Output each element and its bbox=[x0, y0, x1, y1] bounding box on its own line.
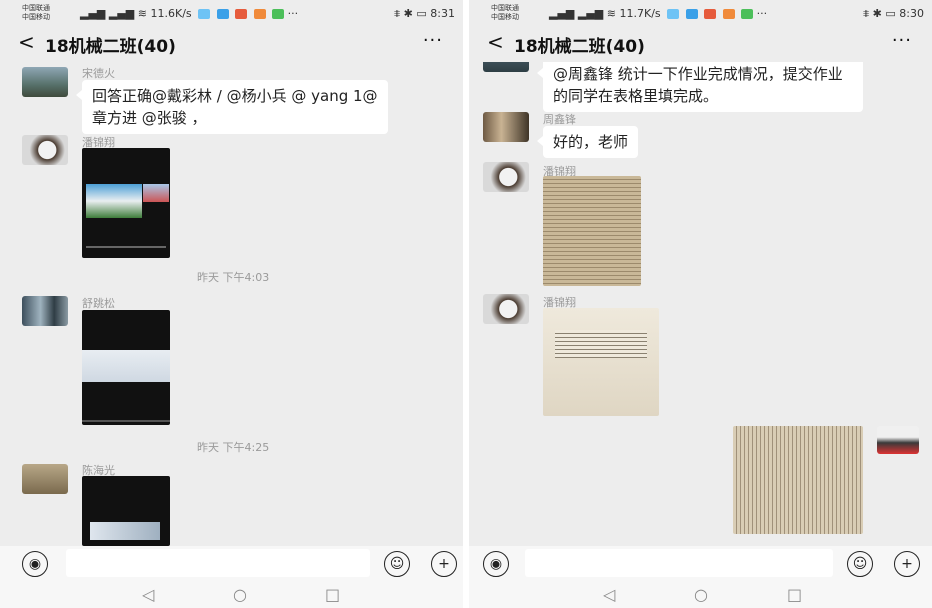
carrier-1: 中国联通 bbox=[491, 4, 519, 12]
avatar[interactable] bbox=[483, 112, 529, 142]
plus-icon[interactable]: + bbox=[431, 551, 457, 577]
system-nav-bar: ◁ ○ □ bbox=[0, 582, 463, 608]
voice-icon[interactable]: ◉ bbox=[483, 551, 509, 577]
video-progress-bar bbox=[86, 246, 166, 248]
chat-title: 18机械二班(40) bbox=[45, 37, 176, 57]
emoji-icon[interactable]: ☺ bbox=[847, 551, 873, 577]
system-nav-bar: ◁ ○ □ bbox=[469, 582, 932, 608]
app-notification-icon bbox=[722, 9, 735, 19]
sender-name: 舒跳松 bbox=[82, 297, 115, 310]
status-bar: 中国联通 中国移动 ▂▄▆ ▂▄▆ ≋ 11.7K/s ··· ⩨ ✱ ▭ 8:… bbox=[469, 0, 932, 26]
video-thumbnail-frame bbox=[90, 522, 160, 540]
avatar-self[interactable] bbox=[877, 426, 919, 454]
nav-back-icon[interactable]: ◁ bbox=[603, 585, 615, 604]
status-bar: 中国联通 中国移动 ▂▄▆ ▂▄▆ ≋ 11.6K/s ··· ⩨ ✱ ▭ 8:… bbox=[0, 0, 463, 26]
emoji-icon[interactable]: ☺ bbox=[384, 551, 410, 577]
video-message[interactable] bbox=[82, 148, 170, 258]
avatar[interactable] bbox=[483, 294, 529, 324]
avatar[interactable] bbox=[22, 296, 68, 326]
text-message[interactable]: @周鑫锋 统计一下作业完成情况，提交作业的同学在表格里填完成。 bbox=[537, 62, 863, 112]
video-thumbnail-frame bbox=[143, 184, 169, 202]
nav-recent-icon[interactable]: □ bbox=[787, 585, 802, 604]
more-notifications-icon: ··· bbox=[756, 7, 768, 20]
message-list: @周鑫锋 统计一下作业完成情况，提交作业的同学在表格里填完成。 周鑫锋 好的，老… bbox=[469, 62, 932, 546]
avatar[interactable] bbox=[483, 62, 529, 72]
message-input[interactable] bbox=[66, 549, 370, 577]
photo-message[interactable] bbox=[543, 176, 641, 286]
input-bar: ◉ ☺ + bbox=[0, 546, 463, 582]
network-info: ▂▄▆ ▂▄▆ ≋ 11.6K/s ··· bbox=[80, 7, 298, 20]
video-message[interactable] bbox=[82, 476, 170, 546]
video-message[interactable] bbox=[82, 310, 170, 425]
bluetooth-icon: ✱ bbox=[872, 7, 882, 20]
network-speed: 11.6K/s bbox=[150, 7, 192, 20]
chat-header: < 18机械二班(40) ··· bbox=[469, 26, 932, 62]
text-message[interactable]: 好的，老师 bbox=[536, 126, 639, 158]
photo-message-self[interactable] bbox=[733, 426, 863, 534]
nav-home-icon[interactable]: ○ bbox=[233, 585, 247, 604]
wifi-icon: ≋ bbox=[606, 7, 616, 20]
video-thumbnail-frame bbox=[86, 184, 142, 218]
message-input[interactable] bbox=[525, 549, 833, 577]
network-speed: 11.7K/s bbox=[619, 7, 661, 20]
nav-home-icon[interactable]: ○ bbox=[694, 585, 708, 604]
input-bar: ◉ ☺ + bbox=[469, 546, 932, 582]
left-phone-screen: 中国联通 中国移动 ▂▄▆ ▂▄▆ ≋ 11.6K/s ··· ⩨ ✱ ▭ 8:… bbox=[0, 0, 463, 608]
bluetooth-icon: ✱ bbox=[403, 7, 413, 20]
avatar[interactable] bbox=[22, 67, 68, 97]
app-notification-icon bbox=[216, 9, 229, 19]
carrier-1: 中国联通 bbox=[22, 4, 50, 12]
voice-icon[interactable]: ◉ bbox=[22, 551, 48, 577]
nav-back-icon[interactable]: ◁ bbox=[142, 585, 154, 604]
video-thumbnail-frame bbox=[82, 350, 170, 382]
back-button[interactable]: < bbox=[487, 30, 504, 54]
photo-handwriting bbox=[555, 330, 647, 358]
photo-message[interactable] bbox=[543, 308, 659, 416]
more-notifications-icon: ··· bbox=[287, 7, 299, 20]
timestamp: 昨天 下午4:03 bbox=[197, 271, 270, 284]
app-notification-icon bbox=[198, 9, 211, 19]
chat-title: 18机械二班(40) bbox=[514, 37, 645, 57]
timestamp: 昨天 下午4:25 bbox=[197, 441, 270, 454]
status-right: ⩨ ✱ ▭ 8:31 bbox=[394, 7, 455, 21]
app-notification-icon bbox=[667, 9, 680, 19]
wifi-icon: ≋ bbox=[137, 7, 147, 20]
back-button[interactable]: < bbox=[18, 30, 35, 54]
more-button[interactable]: ··· bbox=[892, 30, 912, 51]
signal-icon: ▂▄▆ ▂▄▆ bbox=[80, 7, 135, 20]
app-notification-icon bbox=[704, 9, 717, 19]
text-message[interactable]: 回答正确@戴彩林 / @杨小兵 @ yang 1@章方进 @张骏 ， bbox=[76, 80, 388, 134]
vibrate-icon: ⩨ bbox=[393, 7, 401, 20]
video-progress-bar bbox=[82, 420, 170, 422]
clock: 8:31 bbox=[430, 7, 455, 20]
status-right: ⩨ ✱ ▭ 8:30 bbox=[863, 7, 924, 21]
nav-recent-icon[interactable]: □ bbox=[325, 585, 340, 604]
vibrate-icon: ⩨ bbox=[862, 7, 870, 20]
app-notification-icon bbox=[272, 9, 285, 19]
battery-icon: ▭ bbox=[416, 7, 427, 20]
app-notification-icon bbox=[253, 9, 266, 19]
carrier-labels: 中国联通 中国移动 bbox=[22, 4, 50, 22]
carrier-2: 中国移动 bbox=[491, 13, 519, 21]
app-notification-icon bbox=[741, 9, 754, 19]
sender-name: 宋德火 bbox=[82, 67, 115, 80]
sender-name: 周鑫锋 bbox=[543, 113, 576, 126]
carrier-labels: 中国联通 中国移动 bbox=[491, 4, 519, 22]
app-notification-icon bbox=[685, 9, 698, 19]
screenshot-stage: 中国联通 中国移动 ▂▄▆ ▂▄▆ ≋ 11.6K/s ··· ⩨ ✱ ▭ 8:… bbox=[0, 0, 932, 608]
network-info: ▂▄▆ ▂▄▆ ≋ 11.7K/s ··· bbox=[549, 7, 767, 20]
battery-icon: ▭ bbox=[885, 7, 896, 20]
message-list: 宋德火 回答正确@戴彩林 / @杨小兵 @ yang 1@章方进 @张骏 ， 潘… bbox=[0, 62, 463, 546]
plus-icon[interactable]: + bbox=[894, 551, 920, 577]
app-notification-icon bbox=[235, 9, 248, 19]
more-button[interactable]: ··· bbox=[423, 30, 443, 51]
avatar[interactable] bbox=[22, 135, 68, 165]
clock: 8:30 bbox=[899, 7, 924, 20]
signal-icon: ▂▄▆ ▂▄▆ bbox=[549, 7, 604, 20]
chat-header: < 18机械二班(40) ··· bbox=[0, 26, 463, 62]
avatar[interactable] bbox=[22, 464, 68, 494]
avatar[interactable] bbox=[483, 162, 529, 192]
right-phone-screen: 中国联通 中国移动 ▂▄▆ ▂▄▆ ≋ 11.7K/s ··· ⩨ ✱ ▭ 8:… bbox=[469, 0, 932, 608]
carrier-2: 中国移动 bbox=[22, 13, 50, 21]
